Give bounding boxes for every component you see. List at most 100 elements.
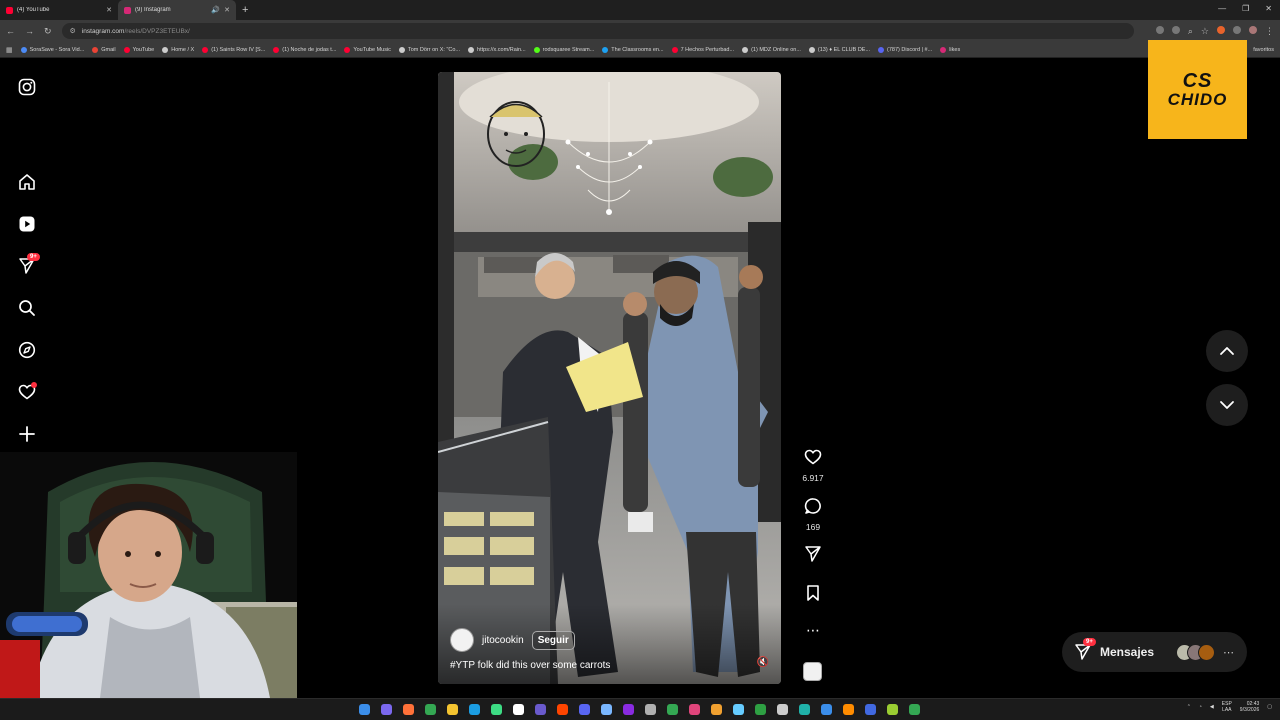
- mute-toggle-icon[interactable]: 🔇: [757, 657, 769, 668]
- bookmark-item[interactable]: Tom Dörr on X: "Co...: [398, 46, 460, 53]
- taskbar-app-icon[interactable]: [623, 704, 634, 715]
- like-heart-icon: [804, 449, 822, 465]
- taskbar-app-icon[interactable]: [601, 704, 612, 715]
- forward-icon[interactable]: →: [25, 26, 34, 36]
- taskbar-app-icon[interactable]: [689, 704, 700, 715]
- taskbar-app-icon[interactable]: [447, 704, 458, 715]
- taskbar-app-icon[interactable]: [909, 704, 920, 715]
- search-icon[interactable]: [17, 298, 37, 318]
- wifi-icon[interactable]: ◔: [1199, 704, 1202, 710]
- taskbar-app-icon[interactable]: [667, 704, 678, 715]
- new-tab-button[interactable]: +: [242, 4, 248, 16]
- taskbar-app-icon[interactable]: [887, 704, 898, 715]
- activity-heart-icon[interactable]: [17, 382, 37, 402]
- bookmark-label: SoraSave - Sora Vid...: [29, 46, 85, 53]
- like-count: 6.917: [802, 473, 824, 483]
- taskbar-app-icon[interactable]: [645, 704, 656, 715]
- comment-button[interactable]: 169: [800, 497, 826, 532]
- bookmark-item[interactable]: Gmail: [92, 46, 116, 53]
- like-button[interactable]: 6.917: [800, 448, 826, 483]
- bookmark-item[interactable]: rodsquaree Stream...: [533, 46, 594, 53]
- taskbar-app-icon[interactable]: [557, 704, 568, 715]
- tab-close-icon[interactable]: ✕: [106, 6, 112, 14]
- tab-youtube[interactable]: (4) YouTube ✕: [0, 0, 118, 20]
- tab-audio-icon[interactable]: 🔊: [211, 6, 220, 14]
- bookmark-item[interactable]: (1) MDZ Online on...: [742, 46, 801, 53]
- taskbar-app-icon[interactable]: [799, 704, 810, 715]
- browser-menu-icon[interactable]: ⋮: [1265, 26, 1274, 37]
- bookmark-item[interactable]: (1) Noche de jodas t...: [273, 46, 336, 53]
- tab-instagram[interactable]: (9) Instagram 🔊 ✕: [118, 0, 236, 20]
- taskbar-app-icon[interactable]: [425, 704, 436, 715]
- notification-bell-icon[interactable]: ▢: [1267, 704, 1272, 710]
- instagram-logo-icon[interactable]: [17, 77, 37, 97]
- bookmark-item[interactable]: SoraSave - Sora Vid...: [20, 46, 85, 53]
- bookmark-item[interactable]: Home / X: [162, 46, 194, 53]
- reels-icon[interactable]: [17, 214, 37, 234]
- tray-chevron-icon[interactable]: ⌃: [1187, 704, 1191, 710]
- apps-grid-icon[interactable]: ▦: [6, 46, 13, 54]
- audio-thumbnail[interactable]: [803, 662, 822, 681]
- taskbar-app-icon[interactable]: [843, 704, 854, 715]
- explore-compass-icon[interactable]: [17, 340, 37, 360]
- bookmark-item[interactable]: YouTube Music: [344, 46, 391, 53]
- taskbar-app-icon[interactable]: [755, 704, 766, 715]
- reel-author: jitocookin Seguir: [450, 628, 575, 652]
- author-avatar[interactable]: [450, 628, 474, 652]
- site-info-icon[interactable]: ⚙: [70, 27, 76, 35]
- bookmark-item[interactable]: The Classrooms en...: [602, 46, 664, 53]
- taskbar-app-icon[interactable]: [777, 704, 788, 715]
- reload-icon[interactable]: ↻: [44, 26, 52, 37]
- create-plus-icon[interactable]: [17, 424, 37, 444]
- direct-messages-icon[interactable]: 9+: [17, 253, 40, 276]
- messages-more-icon[interactable]: ⋯: [1223, 646, 1234, 659]
- volume-icon[interactable]: ◀: [1210, 704, 1214, 710]
- bookmark-item[interactable]: (1) Saints Row IV [S...: [202, 46, 265, 53]
- all-bookmarks-folder[interactable]: favoritos: [1253, 47, 1274, 53]
- bookmark-item[interactable]: 7 Hechos Perturbad...: [671, 46, 734, 53]
- author-username[interactable]: jitocookin: [482, 635, 524, 646]
- messages-button[interactable]: 9+ Mensajes ⋯: [1062, 632, 1247, 672]
- bookmark-item[interactable]: (787) Discord | #...: [878, 46, 932, 53]
- previous-reel-button[interactable]: [1206, 330, 1248, 372]
- tab-close-icon[interactable]: ✕: [224, 6, 230, 14]
- home-icon[interactable]: [17, 172, 37, 192]
- url-bar[interactable]: ⚙ instagram.com/reels/DVPZ3ETEUBx/: [61, 23, 1134, 39]
- minimize-button[interactable]: —: [1218, 4, 1226, 13]
- next-reel-button[interactable]: [1206, 384, 1248, 426]
- taskbar-app-icon[interactable]: [865, 704, 876, 715]
- more-options-icon[interactable]: ⋯: [800, 622, 826, 639]
- close-window-button[interactable]: ✕: [1265, 4, 1272, 13]
- taskbar-app-icon[interactable]: [469, 704, 480, 715]
- taskbar-app-icon[interactable]: [513, 704, 524, 715]
- extensions-puzzle-icon[interactable]: [1233, 25, 1241, 34]
- reel-caption[interactable]: #YTP folk did this over some carrots: [450, 660, 610, 671]
- follow-button[interactable]: Seguir: [531, 630, 575, 650]
- extension-icon[interactable]: [1171, 25, 1180, 34]
- reel-video[interactable]: jitocookin Seguir #YTP folk did this ove…: [438, 72, 781, 684]
- taskbar-app-icon[interactable]: [579, 704, 590, 715]
- bookmark-item[interactable]: (13) ♦ EL CLUB DE...: [808, 46, 870, 53]
- maximize-button[interactable]: ❐: [1242, 4, 1249, 13]
- bookmark-star-icon[interactable]: ☆: [1201, 26, 1209, 37]
- back-icon[interactable]: ←: [6, 26, 15, 36]
- zoom-icon[interactable]: ⌕: [1188, 26, 1193, 37]
- clock[interactable]: 02:43 9/3/2026: [1240, 701, 1259, 714]
- taskbar-app-icon[interactable]: [821, 704, 832, 715]
- extension-icon[interactable]: [1217, 25, 1225, 34]
- profile-avatar[interactable]: [1249, 25, 1257, 34]
- save-button[interactable]: [800, 584, 826, 607]
- bookmark-item[interactable]: https://x.com/Rain...: [468, 46, 526, 53]
- share-button[interactable]: [800, 545, 826, 568]
- taskbar-app-icon[interactable]: [359, 704, 370, 715]
- bookmark-item[interactable]: YouTube: [123, 46, 154, 53]
- taskbar-app-icon[interactable]: [381, 704, 392, 715]
- taskbar-app-icon[interactable]: [733, 704, 744, 715]
- taskbar-app-icon[interactable]: [535, 704, 546, 715]
- extension-icon[interactable]: [1155, 25, 1164, 34]
- language-indicator[interactable]: ESP LAA: [1222, 701, 1232, 713]
- taskbar-app-icon[interactable]: [491, 704, 502, 715]
- taskbar-app-icon[interactable]: [403, 704, 414, 715]
- taskbar-app-icon[interactable]: [711, 704, 722, 715]
- bookmark-item[interactable]: likes: [940, 46, 960, 53]
